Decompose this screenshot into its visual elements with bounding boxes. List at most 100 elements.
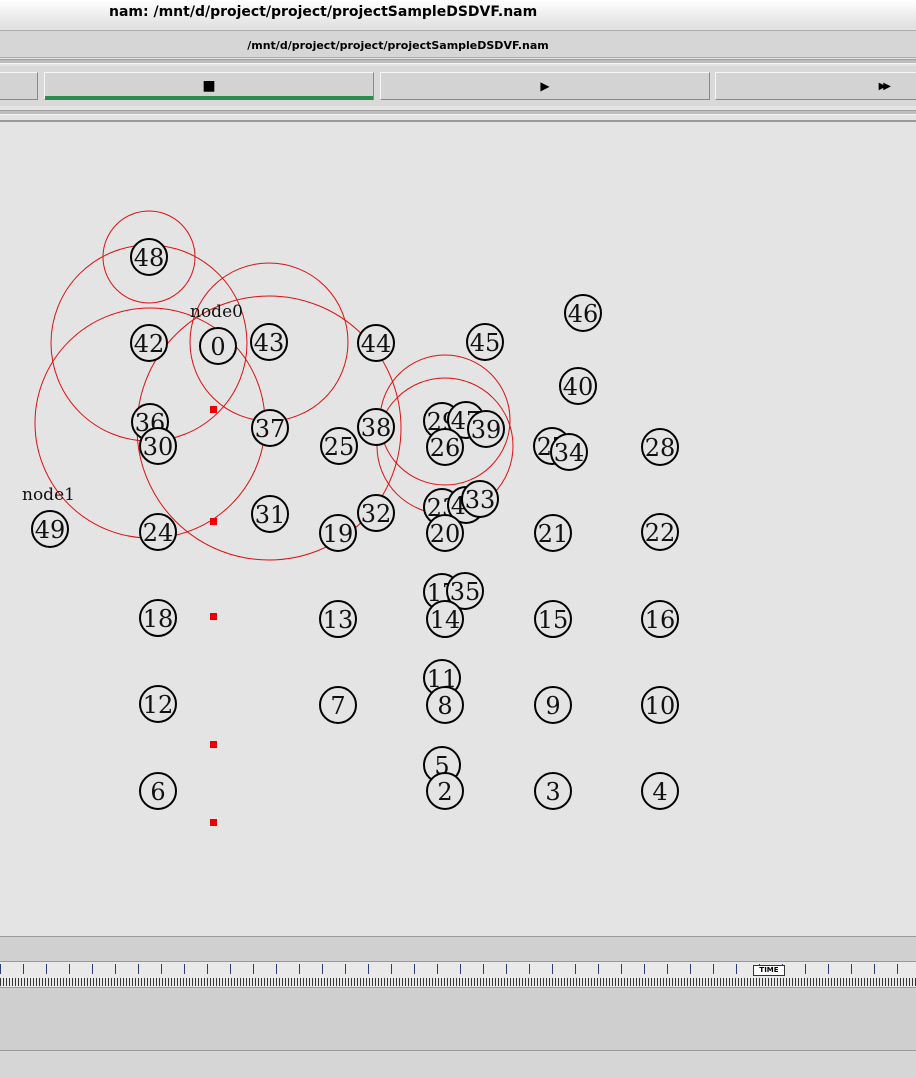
node-id-label: 34: [554, 439, 585, 467]
node-id-label: 0: [210, 333, 225, 361]
node-id-label: 3: [545, 778, 560, 806]
node-12[interactable]: 12: [139, 685, 177, 723]
packet: [210, 741, 217, 748]
node-id-label: 9: [545, 692, 560, 720]
node-id-label: 43: [254, 329, 285, 357]
node-13[interactable]: 13: [319, 600, 357, 638]
node-id-label: 26: [430, 434, 461, 462]
node-2[interactable]: 2: [426, 772, 464, 810]
node-id-label: 15: [538, 606, 569, 634]
node-id-label: 8: [437, 692, 452, 720]
node-id-label: 48: [134, 244, 165, 272]
node-24[interactable]: 24: [139, 513, 177, 551]
rewind-button[interactable]: [0, 72, 38, 100]
node-6[interactable]: 6: [139, 772, 177, 810]
node-0[interactable]: 0: [199, 327, 237, 365]
node-39[interactable]: 39: [467, 410, 505, 448]
play-icon: ▶: [540, 79, 550, 93]
node-25[interactable]: 25: [320, 427, 358, 465]
node-id-label: 32: [361, 500, 392, 528]
packet: [210, 518, 217, 525]
node-id-label: 20: [430, 520, 461, 548]
nodes: 4846420434445403630372538294739262734284…: [31, 238, 679, 810]
node-id-label: 18: [143, 605, 174, 633]
node-38[interactable]: 38: [357, 408, 395, 446]
node-id-label: 6: [150, 778, 165, 806]
node-id-label: 39: [471, 416, 502, 444]
node-14[interactable]: 14: [426, 600, 464, 638]
node-id-label: 10: [645, 692, 676, 720]
node-30[interactable]: 30: [139, 427, 177, 465]
node-7[interactable]: 7: [319, 686, 357, 724]
file-label: /mnt/d/project/project/projectSampleDSDV…: [247, 39, 549, 52]
divider-bar: [0, 936, 916, 962]
node-id-label: 46: [568, 300, 599, 328]
node-16[interactable]: 16: [641, 600, 679, 638]
stop-button[interactable]: ■: [44, 72, 374, 100]
packet: [210, 819, 217, 826]
node-id-label: 37: [255, 415, 286, 443]
window-title: nam: /mnt/d/project/project/projectSampl…: [109, 4, 538, 20]
time-slider[interactable]: TIME: [0, 962, 916, 988]
node-49[interactable]: 49: [31, 510, 69, 548]
node-4[interactable]: 4: [641, 772, 679, 810]
node-15[interactable]: 15: [534, 600, 572, 638]
node-id-label: 33: [465, 486, 496, 514]
node-45[interactable]: 45: [466, 323, 504, 361]
node-id-label: 25: [324, 433, 355, 461]
node-10[interactable]: 10: [641, 686, 679, 724]
node-id-label: 21: [538, 520, 569, 548]
node-46[interactable]: 46: [564, 294, 602, 332]
node-44[interactable]: 44: [357, 324, 395, 362]
node-21[interactable]: 21: [534, 514, 572, 552]
node-42[interactable]: 42: [130, 324, 168, 362]
node-28[interactable]: 28: [641, 428, 679, 466]
file-label-bar: /mnt/d/project/project/projectSampleDSDV…: [0, 30, 916, 58]
node-3[interactable]: 3: [534, 772, 572, 810]
node-id-label: 12: [143, 691, 174, 719]
node-label-node0: node0: [190, 302, 243, 322]
node-43[interactable]: 43: [250, 323, 288, 361]
node-18[interactable]: 18: [139, 599, 177, 637]
node-31[interactable]: 31: [251, 495, 289, 533]
node-48[interactable]: 48: [130, 238, 168, 276]
node-id-label: 4: [652, 778, 667, 806]
node-id-label: 14: [430, 606, 461, 634]
node-20[interactable]: 20: [426, 514, 464, 552]
node-id-label: 22: [645, 519, 676, 547]
play-button[interactable]: ▶: [380, 72, 710, 100]
node-37[interactable]: 37: [251, 409, 289, 447]
node-33[interactable]: 33: [461, 480, 499, 518]
node-id-label: 44: [361, 330, 392, 358]
node-32[interactable]: 32: [357, 494, 395, 532]
network-animation-canvas[interactable]: 4846420434445403630372538294739262734284…: [0, 120, 916, 937]
playback-toolbar: ■ ▶ ▶▶: [0, 66, 916, 106]
fast-forward-button[interactable]: ▶▶: [715, 72, 916, 100]
fast-forward-icon: ▶▶: [878, 80, 892, 92]
node-8[interactable]: 8: [426, 686, 464, 724]
node-id-label: 35: [450, 578, 481, 606]
node-9[interactable]: 9: [534, 686, 572, 724]
node-id-label: 2: [437, 778, 452, 806]
bottom-bar: [0, 1050, 916, 1078]
node-id-label: 49: [35, 516, 66, 544]
node-id-label: 13: [323, 606, 354, 634]
status-area: [0, 988, 916, 1050]
window-titlebar: nam: /mnt/d/project/project/projectSampl…: [0, 0, 916, 28]
node-34[interactable]: 34: [550, 433, 588, 471]
node-id-label: 45: [470, 329, 501, 357]
stop-icon: ■: [202, 78, 216, 94]
node-22[interactable]: 22: [641, 513, 679, 551]
node-id-label: 19: [323, 520, 354, 548]
node-id-label: 24: [143, 519, 174, 547]
network-diagram: 4846420434445403630372538294739262734284…: [22, 210, 679, 826]
time-slider-handle[interactable]: TIME: [753, 965, 785, 976]
packet: [210, 406, 217, 413]
node-19[interactable]: 19: [319, 514, 357, 552]
node-26[interactable]: 26: [426, 428, 464, 466]
node-id-label: 42: [134, 330, 165, 358]
node-id-label: 40: [563, 373, 594, 401]
node-id-label: 16: [645, 606, 676, 634]
node-40[interactable]: 40: [559, 367, 597, 405]
node-id-label: 7: [330, 692, 345, 720]
